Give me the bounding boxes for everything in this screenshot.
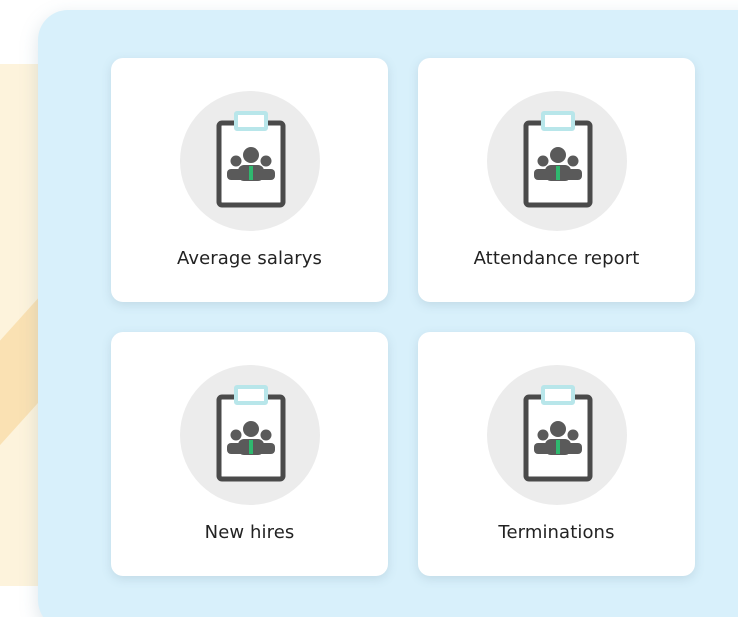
report-panel: Average salarys Attendance report New hi…: [38, 10, 738, 617]
tile-label: New hires: [204, 522, 295, 543]
icon-circle: [179, 91, 320, 231]
clipboard-team-icon: [523, 385, 592, 482]
report-tile-new-hires[interactable]: New hires: [111, 332, 388, 576]
icon-circle: [486, 91, 627, 231]
report-tile-attendance-report[interactable]: Attendance report: [418, 58, 695, 302]
report-tile-terminations[interactable]: Terminations: [418, 332, 695, 576]
tile-label: Attendance report: [473, 248, 640, 269]
tile-label: Terminations: [498, 522, 615, 543]
clipboard-team-icon: [523, 111, 592, 208]
tile-label: Average salarys: [176, 248, 322, 269]
icon-circle: [486, 365, 627, 505]
clipboard-team-icon: [216, 111, 285, 208]
clipboard-team-icon: [216, 385, 285, 482]
report-tile-average-salaries[interactable]: Average salarys: [111, 58, 388, 302]
icon-circle: [179, 365, 320, 505]
report-screen: Average salarys Attendance report New hi…: [0, 0, 738, 617]
